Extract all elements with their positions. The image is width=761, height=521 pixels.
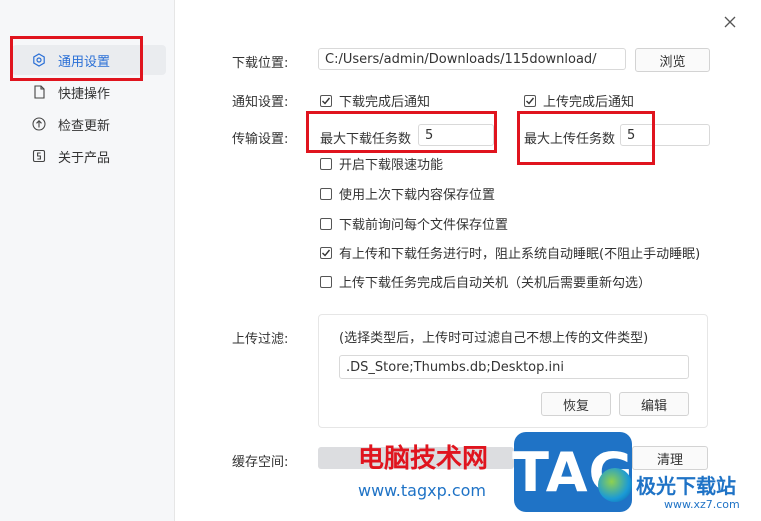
auto-shutdown-checkbox[interactable]: 上传下载任务完成后自动关机（关机后需要重新勾选） [320, 272, 651, 291]
option-label: 上传下载任务完成后自动关机（关机后需要重新勾选） [339, 276, 652, 291]
upload-filter-label: 上传过滤: [232, 332, 289, 347]
upload-circle-icon [32, 117, 46, 131]
download-speed-limit-checkbox[interactable]: 开启下载限速功能 [320, 154, 443, 173]
max-upload-tasks-label: 最大上传任务数 [524, 132, 616, 147]
max-download-tasks-input[interactable]: 5 [418, 124, 494, 146]
watermark-site-name: 电脑技术网 [358, 444, 489, 474]
option-label: 开启下载限速功能 [339, 158, 444, 173]
upload-filter-input[interactable]: .DS_Store;Thumbs.db;Desktop.ini [339, 355, 689, 379]
checkbox-unchecked-icon [320, 275, 332, 288]
aurora-logo-icon [598, 468, 632, 502]
checkbox-checked-icon [320, 246, 332, 259]
notify-settings-label: 通知设置: [232, 95, 289, 110]
transfer-settings-label: 传输设置: [232, 132, 289, 147]
checkbox-unchecked-icon [320, 217, 332, 230]
file-icon [32, 85, 46, 99]
max-upload-tasks-input[interactable]: 5 [620, 124, 710, 146]
max-download-tasks-label: 最大下载任务数 [320, 132, 412, 147]
upload-filter-panel: (选择类型后，上传时可过滤自己不想上传的文件类型) .DS_Store;Thum… [318, 314, 708, 428]
checkbox-unchecked-icon [320, 187, 332, 200]
checkbox-checked-icon [320, 94, 332, 107]
download-done-notify-label: 下载完成后通知 [339, 95, 431, 110]
clear-cache-button[interactable]: 清理 [632, 446, 708, 470]
restore-button[interactable]: 恢复 [541, 392, 611, 416]
watermark-site-url: www.tagxp.com [358, 481, 486, 500]
settings-icon [32, 53, 46, 67]
download-done-notify-checkbox[interactable]: 下载完成后通知 [320, 91, 430, 110]
sidebar-item-general-settings[interactable]: 通用设置 [12, 45, 166, 75]
use-last-save-location-checkbox[interactable]: 使用上次下载内容保存位置 [320, 184, 495, 203]
sidebar: 通用设置 快捷操作 检查更新 关于产品 [0, 0, 175, 521]
close-icon[interactable] [722, 14, 738, 30]
watermark-brand: 极光下载站 [636, 474, 736, 498]
upload-done-notify-checkbox[interactable]: 上传完成后通知 [524, 91, 634, 110]
download-path-input[interactable]: C:/Users/admin/Downloads/115download/ [318, 48, 626, 70]
upload-done-notify-label: 上传完成后通知 [543, 95, 635, 110]
sidebar-item-label: 检查更新 [58, 118, 111, 134]
info-box-icon [32, 149, 46, 163]
option-label: 下载前询问每个文件保存位置 [339, 218, 509, 233]
download-location-label: 下载位置: [232, 56, 289, 71]
option-label: 有上传和下载任务进行时，阻止系统自动睡眠(不阻止手动睡眠) [339, 247, 701, 262]
sidebar-item-label: 关于产品 [58, 150, 111, 166]
sidebar-item-about[interactable]: 关于产品 [12, 141, 166, 171]
prevent-sleep-checkbox[interactable]: 有上传和下载任务进行时，阻止系统自动睡眠(不阻止手动睡眠) [320, 243, 700, 262]
sidebar-item-shortcuts[interactable]: 快捷操作 [12, 77, 166, 107]
option-label: 使用上次下载内容保存位置 [339, 188, 496, 203]
cache-space-label: 缓存空间: [232, 455, 289, 470]
sidebar-item-label: 快捷操作 [58, 86, 111, 102]
checkbox-checked-icon [524, 94, 536, 107]
browse-button[interactable]: 浏览 [635, 48, 710, 72]
sidebar-item-label: 通用设置 [58, 54, 111, 70]
edit-button[interactable]: 编辑 [619, 392, 689, 416]
upload-filter-hint: (选择类型后，上传时可过滤自己不想上传的文件类型) [339, 331, 649, 346]
ask-save-location-checkbox[interactable]: 下载前询问每个文件保存位置 [320, 214, 508, 233]
watermark-brand-url: www.xz7.com [664, 498, 740, 511]
checkbox-unchecked-icon [320, 157, 332, 170]
sidebar-item-check-update[interactable]: 检查更新 [12, 109, 166, 139]
